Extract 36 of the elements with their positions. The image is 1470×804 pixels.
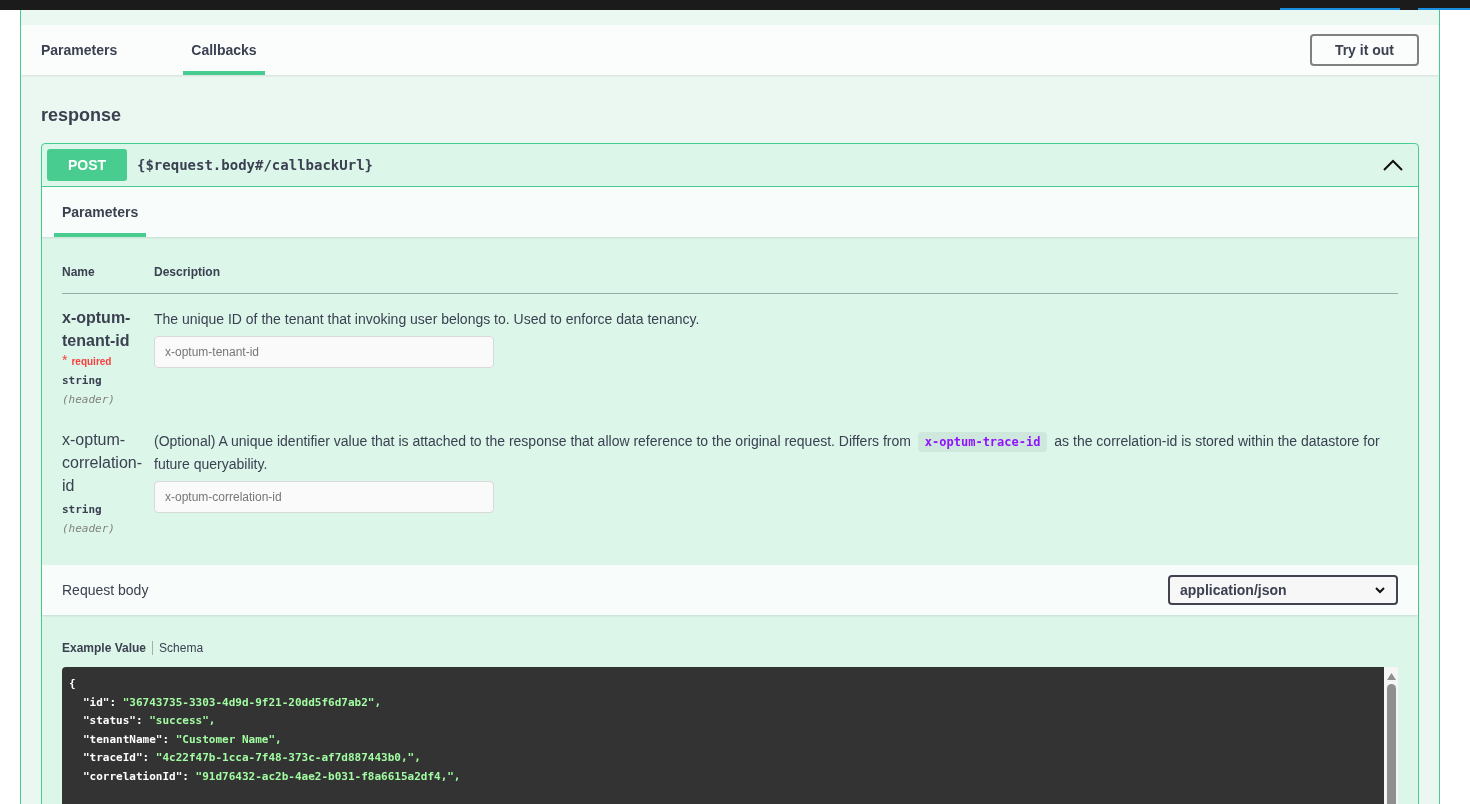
tab[interactable]: Example Value: [62, 641, 154, 655]
scroll-up-icon[interactable]: [1386, 673, 1396, 680]
tab[interactable]: Parameters: [54, 187, 147, 237]
button-edge: [1418, 8, 1470, 10]
tab[interactable]: Parameters: [41, 25, 126, 75]
code-line: "traceId": "4c22f47b-1cca-7f48-373c-af7d887443b0,",: [83, 751, 421, 764]
parameter-name: x-optum-correlation-id: [62, 430, 144, 496]
parameter-type: string: [62, 503, 102, 516]
parameter-name: x-optum-tenant-id: [62, 308, 132, 351]
parameter-location: (header): [62, 522, 115, 535]
code-line: "tenantName": "Customer Name",: [83, 732, 282, 746]
inline-code: x-optum-trace-id: [917, 432, 1048, 452]
method-badge: POST: [47, 149, 127, 181]
code-line: {: [69, 677, 76, 690]
chevron-down-icon: [1374, 586, 1386, 594]
column-header: Name: [62, 265, 96, 279]
parameter-description: The unique ID of the tenant that invoking user belongs to. Used to enforce data tenancy.: [154, 310, 701, 329]
parameter-location: (header): [62, 393, 115, 406]
tab[interactable]: Callbacks: [183, 25, 265, 75]
parameter-type: string: [62, 374, 102, 387]
content-type-select[interactable]: application/json: [1168, 575, 1398, 605]
code-line: "status": "success",: [83, 714, 216, 727]
column-header: Description: [154, 265, 221, 279]
input-field[interactable]: x-optum-tenant-id: [154, 336, 494, 368]
callback-title: response: [41, 105, 123, 126]
request-body-label: Request body: [62, 582, 149, 598]
collapse-icon[interactable]: [1383, 159, 1403, 171]
parameter-description: (Optional) A unique identifier value that is attached to the response that allow reference to the original request. Differs from x-optum-trace-id as the correlation-id is stored within the datastore for future queryability.: [154, 431, 1381, 474]
required-mark: *: [62, 352, 68, 368]
input-field[interactable]: x-optum-correlation-id: [154, 481, 494, 513]
code-line: "id": "36743735-3303-4d9d-9f21-20dd5f6d7ab2",: [83, 695, 382, 709]
code-line: "correlationId": "91d76432-ac2b-4ae2-b031-f8a6615a2df4,",: [83, 769, 461, 783]
tab[interactable]: Schema: [153, 641, 210, 655]
required-label: required: [71, 356, 112, 367]
operation-path: {$request.body#/callbackUrl}: [137, 157, 373, 173]
try-it-out-button[interactable]: Try it out: [1309, 34, 1419, 66]
